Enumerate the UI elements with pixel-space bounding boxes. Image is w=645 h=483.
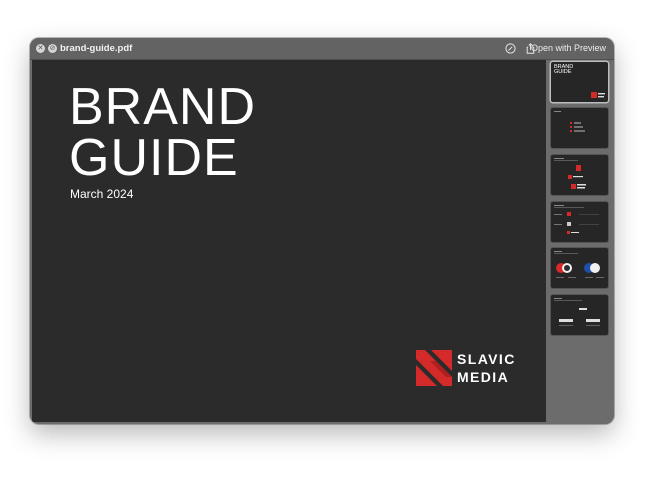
thumbnail-preview xyxy=(554,251,604,278)
block-icon[interactable]: ⊘ xyxy=(48,44,57,53)
thumbnail-preview xyxy=(554,205,599,234)
window-title: brand-guide.pdf xyxy=(60,43,133,54)
document-date: March 2024 xyxy=(70,187,134,201)
title-bar: ✕ ⊘ brand-guide.pdf Open with Preview xyxy=(30,38,614,60)
open-with-preview-button[interactable]: Open with Preview xyxy=(531,41,606,56)
page-thumbnail-1[interactable]: BRAND GUIDE xyxy=(551,62,608,102)
page-thumbnail-3[interactable] xyxy=(551,155,608,195)
document-title-line1: BRAND xyxy=(69,78,257,136)
close-icon[interactable]: ✕ xyxy=(36,44,45,53)
quicklook-window: ✕ ⊘ brand-guide.pdf Open with Preview BR… xyxy=(30,38,614,424)
thumbnail-preview xyxy=(554,158,586,189)
logo-line1: SLAVIC xyxy=(457,351,516,367)
document-title: BRAND GUIDE xyxy=(69,78,257,187)
logo-line2: MEDIA xyxy=(457,369,510,385)
thumbnail-preview xyxy=(554,298,600,326)
pdf-page: BRAND GUIDE March 2024 SLAVIC MEDIA xyxy=(32,60,546,422)
page-thumbnail-2[interactable] xyxy=(551,108,608,148)
logo-wordmark: SLAVIC MEDIA xyxy=(457,350,516,386)
page-thumbnail-6[interactable] xyxy=(551,295,608,335)
thumbnail-preview xyxy=(554,111,585,132)
thumbnail-preview xyxy=(591,92,605,98)
markup-icon[interactable] xyxy=(504,42,517,55)
page-thumbnail-5[interactable] xyxy=(551,248,608,288)
slavic-media-logo-icon xyxy=(416,350,452,386)
page-thumbnail-4[interactable] xyxy=(551,202,608,242)
thumbnail-sidebar[interactable]: BRAND GUIDE xyxy=(546,60,614,424)
document-title-line2: GUIDE xyxy=(69,129,239,187)
